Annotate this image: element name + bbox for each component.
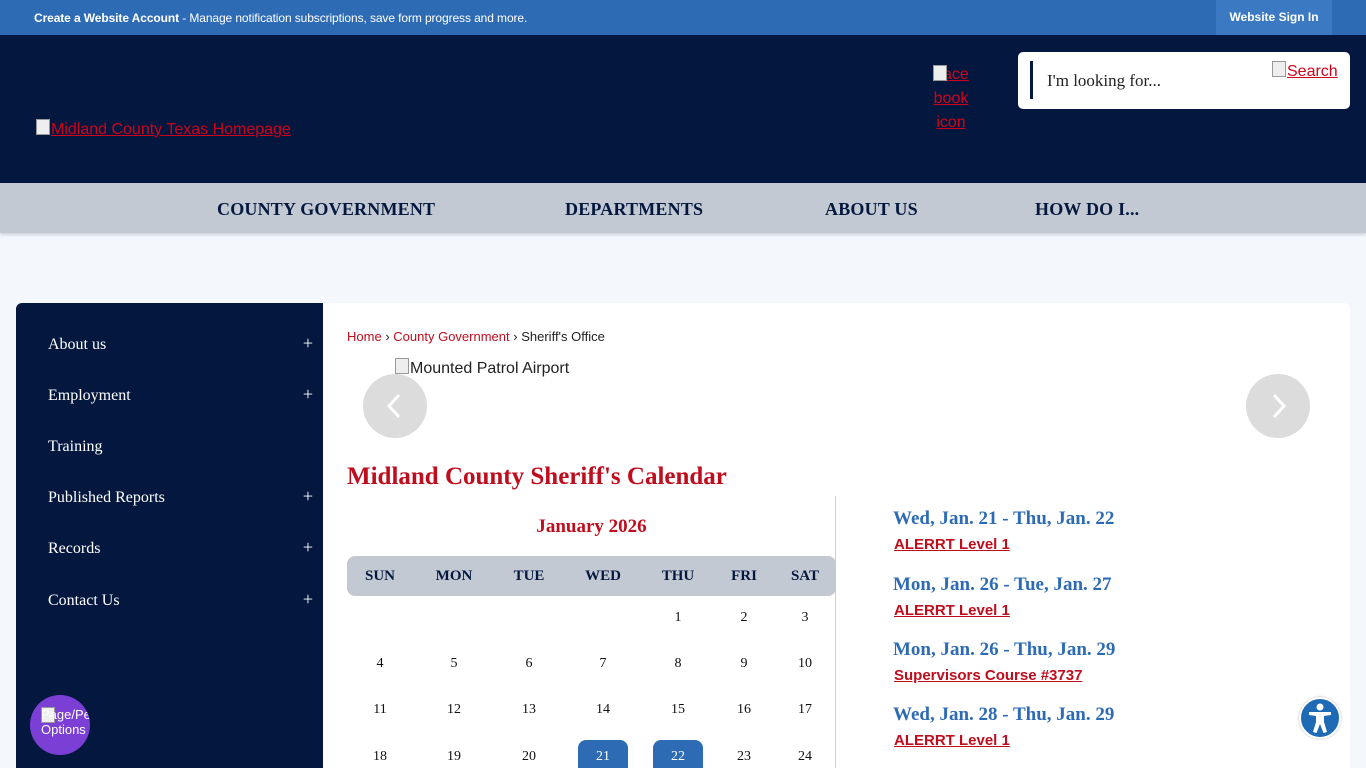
nav-county-government[interactable]: COUNTY GOVERNMENT (217, 199, 435, 220)
slideshow-image: Mounted Patrol Airport (395, 358, 570, 378)
calendar-day-event[interactable]: 21 (578, 740, 628, 768)
breadcrumb-home[interactable]: Home (347, 329, 382, 344)
breadcrumb: Home › County Government › Sheriff's Off… (347, 329, 605, 344)
calendar-title: Midland County Sheriff's Calendar (347, 463, 727, 490)
event-date: Mon, Jan. 26 - Thu, Jan. 29 (893, 639, 1116, 660)
weekday-mon: MON (435, 568, 473, 584)
breadcrumb-separator: › (513, 329, 518, 344)
sidebar-item-label: Employment (48, 387, 131, 404)
calendar-day: 5 (450, 656, 458, 671)
event-date: Wed, Jan. 21 - Thu, Jan. 22 (893, 508, 1115, 529)
event-link[interactable]: ALERRT Level 1 (894, 602, 1010, 619)
account-message[interactable]: Create a Website Account - Manage notifi… (34, 11, 527, 25)
calendar-day: 10 (798, 656, 812, 671)
breadcrumb-county-government[interactable]: County Government (393, 329, 509, 344)
nav-how-do-i[interactable]: HOW DO I... (1035, 199, 1139, 220)
sidebar-item-records[interactable]: Records + (48, 537, 313, 564)
event-link[interactable]: Supervisors Course #3737 (894, 667, 1082, 684)
weekday-sun: SUN (364, 568, 396, 584)
calendar-day: 23 (737, 749, 751, 764)
slideshow-prev-button[interactable] (363, 374, 427, 438)
expand-icon[interactable]: + (303, 486, 313, 507)
nav-departments[interactable]: DEPARTMENTS (565, 199, 703, 220)
search-icon (1272, 61, 1286, 77)
weekday-thu: THU (661, 568, 695, 584)
accessibility-button[interactable] (1299, 697, 1341, 739)
sidebar-item-label: Records (48, 540, 101, 557)
weekday-wed: WED (585, 568, 621, 584)
search-box: I'm looking for... Search (1018, 52, 1350, 109)
expand-icon[interactable]: + (303, 537, 313, 558)
sidebar-item-label: Training (48, 438, 103, 455)
accessibility-icon (1309, 703, 1331, 733)
calendar-day: 17 (798, 702, 812, 717)
calendar-weekday-header: SUN MON TUE WED THU FRI SAT (347, 556, 836, 596)
calendar-day: 14 (596, 702, 610, 717)
weekday-sat: SAT (790, 568, 820, 584)
sidebar-item-label: About us (48, 336, 107, 353)
chevron-right-icon (1272, 393, 1287, 419)
slideshow-next-button[interactable] (1246, 374, 1310, 438)
event-date: Wed, Jan. 28 - Thu, Jan. 29 (893, 704, 1115, 725)
weekday-fri: FRI (731, 568, 757, 584)
calendar-day: 2 (740, 610, 748, 625)
slideshow-image-alt: Mounted Patrol Airport (410, 360, 570, 377)
broken-image-icon (36, 119, 50, 135)
page-options-button[interactable]: Page/Personalization Options (30, 695, 90, 755)
nav-about-us[interactable]: ABOUT US (825, 199, 918, 220)
expand-icon[interactable]: + (303, 589, 313, 610)
calendar-day: 19 (447, 749, 461, 764)
sidebar-item-label: Contact Us (48, 592, 120, 609)
sidebar-item-contact-us[interactable]: Contact Us + (48, 589, 313, 616)
event-link[interactable]: ALERRT Level 1 (894, 732, 1010, 749)
calendar-day: 11 (373, 702, 387, 717)
calendar-day: 20 (522, 749, 536, 764)
broken-image-icon (933, 65, 947, 81)
calendar-day: 12 (447, 702, 461, 717)
sidebar-item-employment[interactable]: Employment + (48, 384, 313, 411)
calendar-day: 15 (671, 702, 685, 717)
logo-alt-text: Midland County Texas Homepage (51, 121, 291, 138)
event-date: Mon, Jan. 26 - Tue, Jan. 27 (893, 574, 1112, 595)
sidebar-item-about-us[interactable]: About us + (48, 333, 313, 360)
calendar-day: 18 (373, 749, 387, 764)
calendar-day: 9 (740, 656, 748, 671)
search-button[interactable]: Search (1272, 61, 1338, 81)
search-input[interactable]: I'm looking for... (1047, 71, 1161, 91)
calendar-day: 24 (798, 749, 812, 764)
calendar-day: 3 (801, 610, 809, 625)
homepage-logo-link[interactable]: Midland County Texas Homepage (36, 119, 291, 139)
expand-icon[interactable]: + (303, 384, 313, 405)
sidebar-item-published-reports[interactable]: Published Reports + (48, 486, 313, 513)
calendar-day: 1 (674, 610, 682, 625)
account-message-text: - Manage notification subscriptions, sav… (178, 11, 528, 25)
top-account-bar: Create a Website Account - Manage notifi… (0, 0, 1366, 35)
breadcrumb-separator: › (385, 329, 390, 344)
calendar-day: 4 (376, 656, 384, 671)
calendar-month: January 2026 (536, 516, 647, 537)
calendar-day: 7 (599, 656, 607, 671)
calendar-day: 13 (522, 702, 536, 717)
chevron-left-icon (386, 393, 401, 419)
search-button-label: Search (1287, 63, 1338, 80)
weekday-tue: TUE (513, 568, 545, 584)
calendar-day-event[interactable]: 22 (653, 740, 703, 768)
site-header: Midland County Texas Homepage Facebook i… (0, 35, 1366, 183)
create-account-link[interactable]: Create a Website Account (34, 11, 179, 25)
page-options-alt-text: Page/Personalization Options (41, 707, 90, 737)
calendar-day: 16 (737, 702, 751, 717)
event-link[interactable]: ALERRT Level 1 (894, 536, 1010, 553)
sidebar-item-label: Published Reports (48, 489, 165, 506)
broken-image-icon (395, 358, 409, 374)
search-cursor-bar (1030, 61, 1033, 99)
main-content: Home › County Government › Sheriff's Off… (323, 303, 1350, 768)
main-nav: COUNTY GOVERNMENT DEPARTMENTS ABOUT US H… (0, 183, 1366, 233)
expand-icon[interactable]: + (303, 333, 313, 354)
sidebar-item-training[interactable]: Training (48, 438, 313, 462)
breadcrumb-current: Sheriff's Office (521, 329, 605, 344)
calendar-day: 8 (674, 656, 682, 671)
facebook-icon[interactable]: Facebook icon (933, 63, 969, 135)
website-sign-in-button[interactable]: Website Sign In (1216, 0, 1332, 35)
calendar-day: 6 (525, 656, 533, 671)
